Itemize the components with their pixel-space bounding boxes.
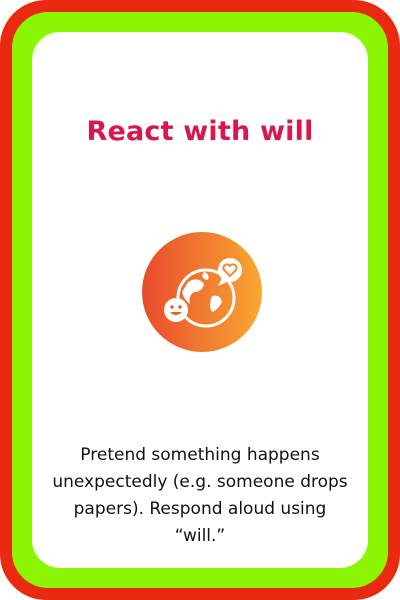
card-outer-border: React with will Pretend something happen… bbox=[0, 0, 400, 600]
card-inner-border: React with will Pretend something happen… bbox=[12, 12, 388, 588]
card-title: React with will bbox=[86, 116, 314, 147]
card-face: React with will Pretend something happen… bbox=[32, 32, 368, 568]
globe-smile-heart-icon bbox=[142, 232, 262, 352]
card-instruction: Pretend something happens unexpectedly (… bbox=[52, 445, 348, 546]
